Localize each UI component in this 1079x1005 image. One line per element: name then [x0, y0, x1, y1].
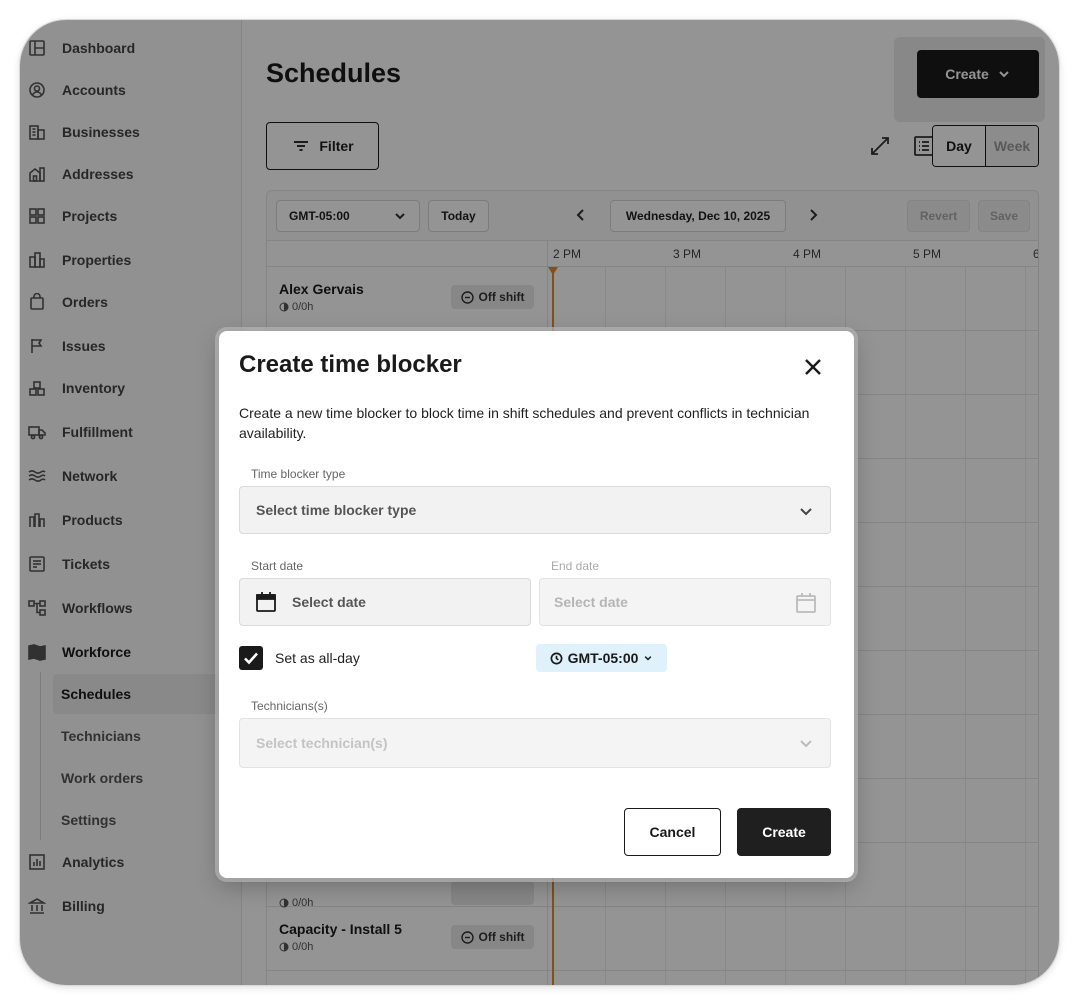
clock-icon	[550, 652, 563, 664]
chevron-down-icon	[645, 656, 652, 661]
close-icon[interactable]	[801, 355, 825, 379]
technicians-label: Technicians(s)	[251, 699, 328, 713]
all-day-label[interactable]: Set as all-day	[275, 650, 360, 666]
timezone-chip[interactable]: GMT-05:00	[536, 644, 667, 672]
start-date-label: Start date	[251, 559, 304, 573]
dialog-description: Create a new time blocker to block time …	[239, 405, 810, 441]
chevron-down-icon	[798, 735, 814, 751]
create-time-blocker-dialog: Create time blocker Create a new time bl…	[219, 331, 854, 878]
time-blocker-type-select[interactable]: Select time blocker type	[239, 486, 831, 534]
select-placeholder: Select technician(s)	[256, 735, 388, 751]
date-placeholder: Select date	[292, 594, 366, 610]
calendar-icon	[794, 591, 818, 615]
create-button[interactable]: Create	[737, 808, 831, 856]
timezone-value: GMT-05:00	[567, 650, 639, 666]
cancel-button[interactable]: Cancel	[624, 808, 721, 856]
technicians-select[interactable]: Select technician(s)	[239, 718, 831, 768]
time-blocker-type-label: Time blocker type	[251, 467, 346, 481]
calendar-icon	[254, 590, 278, 614]
all-day-checkbox[interactable]	[239, 646, 263, 670]
end-date-label: End date	[551, 559, 600, 573]
date-placeholder: Select date	[554, 594, 628, 610]
end-date-input[interactable]: Select date	[539, 578, 831, 626]
chevron-down-icon	[798, 503, 814, 519]
checkmark-icon	[244, 652, 258, 665]
select-placeholder: Select time blocker type	[256, 502, 417, 518]
start-date-input[interactable]: Select date	[239, 578, 531, 626]
dialog-title: Create time blocker	[239, 351, 462, 378]
